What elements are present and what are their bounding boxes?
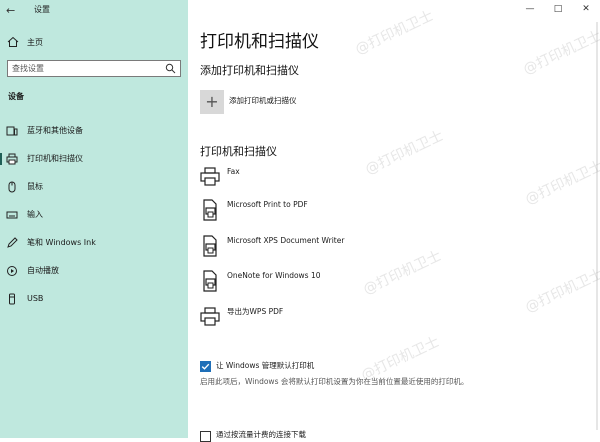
printer-item-onenote[interactable]: OneNote for Windows 10 [200,270,590,298]
printer-name: Fax [227,167,240,176]
sidebar-item-bluetooth[interactable]: 蓝牙和其他设备 [0,120,188,142]
add-printer-button[interactable]: + [200,90,224,114]
add-section-title: 添加打印机和扫描仪 [200,64,299,77]
checkmark-icon [201,363,210,370]
printer-name: OneNote for Windows 10 [227,271,321,280]
sidebar-home[interactable]: 主页 [0,34,188,52]
main-panel: — □ ✕ 打印机和扫描仪 添加打印机和扫描仪 + 添加打印机或扫描仪 打印机和… [188,0,600,442]
sidebar-item-label: 鼠标 [27,182,43,191]
printers-section-title: 打印机和扫描仪 [200,145,277,158]
printer-name: Microsoft XPS Document Writer [227,236,345,245]
mouse-icon [8,181,16,193]
sidebar-item-printers[interactable]: 打印机和扫描仪 [0,148,188,170]
printer-item-ms-print-to-pdf[interactable]: Microsoft Print to PDF [200,199,590,227]
manage-default-checkbox[interactable] [200,361,211,372]
close-button[interactable]: ✕ [572,0,600,20]
plus-icon: + [205,92,219,111]
search-placeholder: 查找设置 [12,64,44,73]
printer-item-wps-pdf[interactable]: 导出为WPS PDF [200,306,590,334]
scrollbar[interactable] [596,22,598,430]
manage-default-description: 启用此项后，Windows 会将默认打印机设置为你在当前位置最近使用的打印机。 [200,377,469,386]
autoplay-icon [7,266,17,276]
title-bar-left: ← 设置 [0,0,188,22]
printer-name: 导出为WPS PDF [227,307,284,316]
sidebar-item-mouse[interactable]: 鼠标 [0,176,188,198]
maximize-button[interactable]: □ [544,0,572,20]
page-title: 打印机和扫描仪 [200,32,319,52]
document-printer-icon [203,235,217,257]
sidebar-section-devices: 设备 [8,92,24,101]
printer-item-ms-xps-writer[interactable]: Microsoft XPS Document Writer [200,235,590,263]
sidebar-item-label: USB [27,294,44,303]
back-arrow-icon[interactable]: ← [6,4,22,18]
home-icon [7,36,19,47]
minimize-button[interactable]: — [516,0,544,20]
sidebar-item-typing[interactable]: 输入 [0,204,188,226]
sidebar-item-label: 输入 [27,210,43,219]
sidebar: ← 设置 主页 查找设置 设备 蓝牙和其他设备 打印机和扫描仪 鼠标 输入 笔和… [0,0,188,438]
keyboard-icon [6,211,18,219]
printer-item-fax[interactable]: Fax [200,166,590,194]
home-label: 主页 [27,38,43,47]
metered-download-label[interactable]: 通过按流量计费的连接下载 [216,429,306,441]
metered-download-checkbox[interactable] [200,431,211,442]
sidebar-item-usb[interactable]: USB [0,288,188,310]
search-input[interactable]: 查找设置 [7,60,181,77]
fax-printer-icon [200,167,220,186]
printer-icon [6,153,18,165]
usb-icon [9,293,15,305]
pen-icon [7,237,18,248]
printer-name: Microsoft Print to PDF [227,200,308,209]
add-printer-label[interactable]: 添加打印机或扫描仪 [229,95,297,107]
sidebar-item-autoplay[interactable]: 自动播放 [0,260,188,282]
pdf-printer-icon [203,199,217,221]
manage-default-label[interactable]: 让 Windows 管理默认打印机 [216,360,314,372]
printer-icon [200,307,220,326]
sidebar-item-label: 自动播放 [27,266,59,275]
window-title: 设置 [34,5,50,14]
sidebar-item-label: 蓝牙和其他设备 [27,126,83,135]
sidebar-item-label: 笔和 Windows Ink [27,238,96,247]
search-icon[interactable] [165,63,176,74]
bluetooth-devices-icon [6,126,18,136]
sidebar-item-label: 打印机和扫描仪 [27,154,83,163]
sidebar-item-pen[interactable]: 笔和 Windows Ink [0,232,188,254]
document-printer-icon [203,270,217,292]
